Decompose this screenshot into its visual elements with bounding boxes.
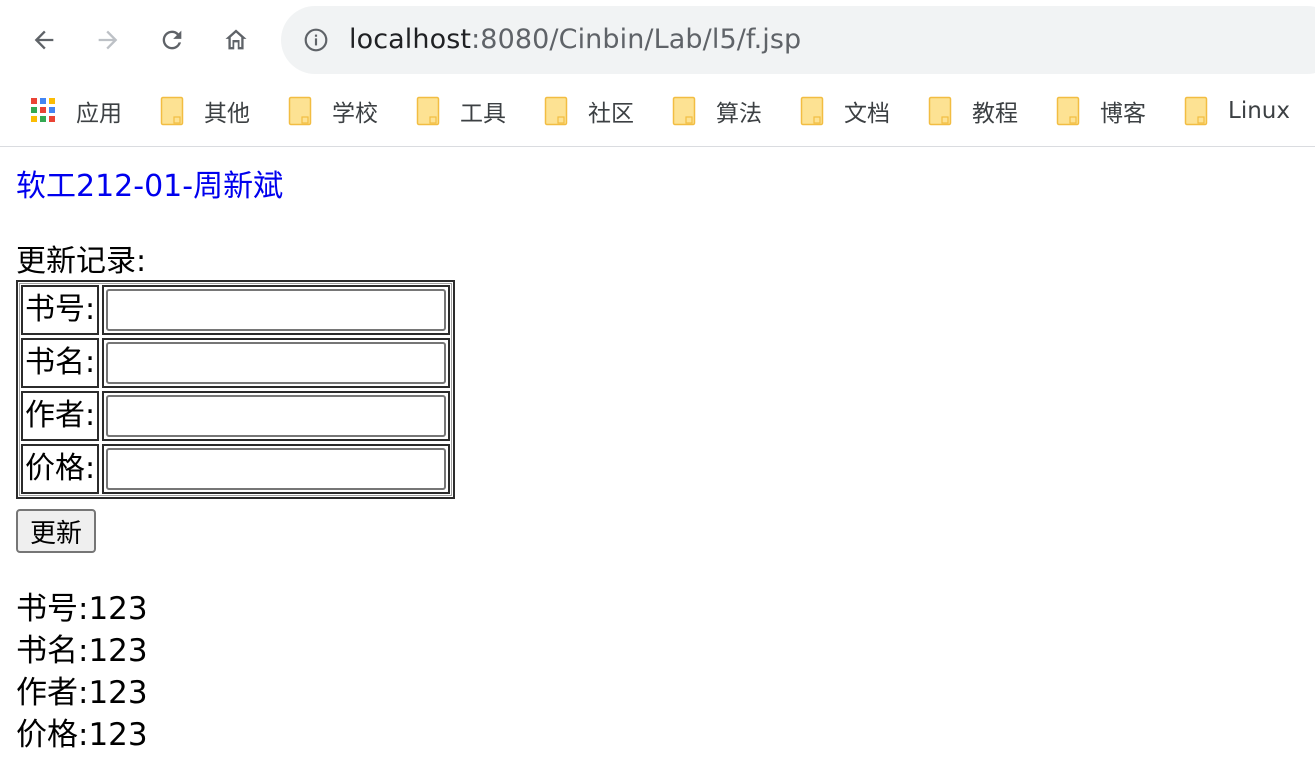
reload-icon <box>162 30 182 50</box>
bookmark-label: 应用 <box>76 101 122 127</box>
forward-button[interactable] <box>88 20 128 60</box>
field-label-book-id: 书号: <box>21 285 100 335</box>
address-bar[interactable]: localhost:8080/Cinbin/Lab/l5/f.jsp <box>281 6 1315 74</box>
price-input[interactable] <box>106 448 447 490</box>
bookmark-label: 学校 <box>332 101 378 127</box>
result-book-name: 书名:123 <box>16 633 148 669</box>
bookmark-folder-other[interactable]: 其他 <box>160 88 250 134</box>
bookmark-label: 博客 <box>1100 101 1146 127</box>
field-cell <box>102 444 451 494</box>
forward-arrow-icon <box>98 30 118 50</box>
form-row-book-name: 书名: <box>21 338 451 388</box>
bookmark-folder-docs[interactable]: 文档 <box>800 88 890 134</box>
result-list: 书号:123 书名:123 作者:123 价格:123 <box>16 588 148 756</box>
result-author: 作者:123 <box>16 675 148 711</box>
field-cell <box>102 338 451 388</box>
field-label-price: 价格: <box>21 444 100 494</box>
url-host: localhost <box>349 24 472 55</box>
field-label-book-name: 书名: <box>21 338 100 388</box>
result-price: 价格:123 <box>16 717 148 753</box>
bookmark-folder-community[interactable]: 社区 <box>544 88 634 134</box>
info-icon[interactable] <box>303 27 329 53</box>
url-text: localhost:8080/Cinbin/Lab/l5/f.jsp <box>349 25 801 55</box>
update-form-table: 书号: 书名: 作者: 价格: <box>16 280 456 499</box>
bookmark-folder-tools[interactable]: 工具 <box>416 88 506 134</box>
form-row-book-id: 书号: <box>21 285 451 335</box>
bookmark-label: 文档 <box>844 101 890 127</box>
form-row-price: 价格: <box>21 444 451 494</box>
folder-icon <box>288 96 312 126</box>
apps-grid-icon <box>31 97 59 126</box>
bookmark-label: Linux <box>1228 98 1290 124</box>
back-button[interactable] <box>24 20 64 60</box>
bookmark-label: 社区 <box>588 101 634 127</box>
bookmark-folder-school[interactable]: 学校 <box>288 88 378 134</box>
author-link[interactable]: 软工212-01-周新斌 <box>16 168 283 206</box>
browser-chrome: localhost:8080/Cinbin/Lab/l5/f.jsp 应用 其他… <box>0 0 1315 147</box>
bookmark-folder-algorithms[interactable]: 算法 <box>672 88 762 134</box>
bookmark-label: 教程 <box>972 101 1018 127</box>
folder-icon <box>672 96 696 126</box>
bookmark-label: 其他 <box>204 101 250 127</box>
bookmark-label: 工具 <box>460 101 506 127</box>
book-name-input[interactable] <box>106 342 447 384</box>
bookmark-label: 算法 <box>716 101 762 127</box>
field-cell <box>102 285 451 335</box>
url-path: :8080/Cinbin/Lab/l5/f.jsp <box>471 24 802 55</box>
page-content: 软工212-01-周新斌 更新记录: 书号: 书名: 作者: 价格: 更新 书号… <box>16 148 1306 763</box>
folder-icon <box>1056 96 1080 126</box>
folder-icon <box>160 96 184 126</box>
form-title: 更新记录: <box>16 244 147 279</box>
folder-icon <box>1184 96 1208 126</box>
folder-icon <box>928 96 952 126</box>
bookmark-folder-linux[interactable]: Linux <box>1184 88 1290 134</box>
field-label-author: 作者: <box>21 391 100 441</box>
folder-icon <box>416 96 440 126</box>
result-book-id: 书号:123 <box>16 591 148 627</box>
form-row-author: 作者: <box>21 391 451 441</box>
bookmark-apps[interactable]: 应用 <box>31 88 122 134</box>
update-button[interactable]: 更新 <box>16 509 97 553</box>
folder-icon <box>544 96 568 126</box>
book-id-input[interactable] <box>106 289 447 331</box>
home-icon <box>225 29 247 50</box>
folder-icon <box>800 96 824 126</box>
reload-button[interactable] <box>152 20 192 60</box>
home-button[interactable] <box>216 20 256 60</box>
field-cell <box>102 391 451 441</box>
bookmark-folder-blogs[interactable]: 博客 <box>1056 88 1146 134</box>
back-arrow-icon <box>34 30 54 50</box>
bookmark-folder-tutorials[interactable]: 教程 <box>928 88 1018 134</box>
bookmarks-bar: 应用 其他 学校 工具 社区 算法 文档 教程 博客 Linux <box>0 88 1315 134</box>
author-input[interactable] <box>106 395 447 437</box>
